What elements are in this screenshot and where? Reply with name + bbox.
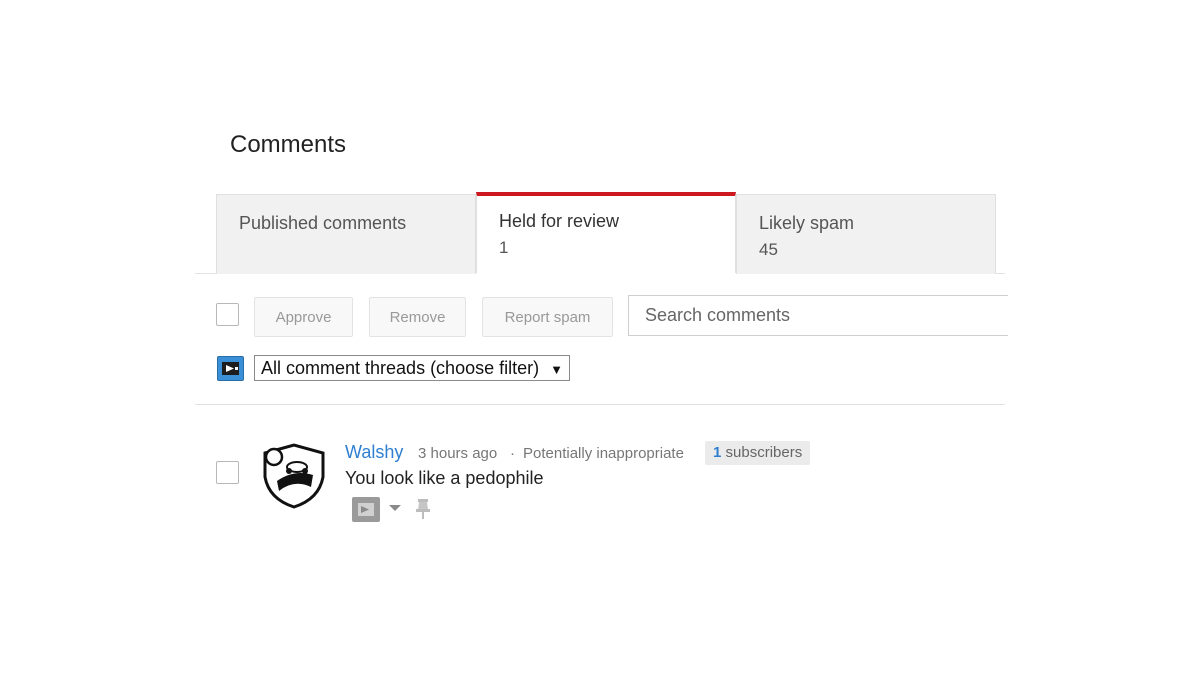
- section-divider: [195, 404, 1005, 405]
- tab-published-comments[interactable]: Published comments: [216, 194, 476, 274]
- comment-timestamp[interactable]: 3 hours ago: [418, 445, 497, 462]
- tab-likely-spam[interactable]: Likely spam 45: [736, 194, 996, 274]
- tab-held-for-review[interactable]: Held for review 1: [476, 192, 736, 274]
- tab-label: Likely spam: [759, 213, 855, 233]
- tab-count: 1: [499, 238, 509, 257]
- tab-label: Held for review: [499, 211, 620, 231]
- search-comments-input[interactable]: [628, 295, 1008, 336]
- pin-icon[interactable]: [415, 498, 431, 520]
- remove-button[interactable]: Remove: [369, 297, 466, 337]
- comment-flag-label: Potentially inappropriate: [523, 445, 684, 462]
- comment-author-link[interactable]: Walshy: [345, 442, 403, 463]
- filter-extension-icon[interactable]: [217, 356, 244, 381]
- tab-label: Published comments: [239, 213, 407, 233]
- subscriber-badge: 1 subscribers: [705, 441, 811, 465]
- active-tab-gap: [476, 273, 736, 274]
- comment-filter-select[interactable]: All comment threads (choose filter) ▼: [254, 355, 570, 381]
- comment-text: You look like a pedophile: [345, 468, 544, 488]
- chevron-down-icon[interactable]: [389, 505, 401, 511]
- comment-checkbox[interactable]: [216, 461, 239, 484]
- subscriber-label: subscribers: [725, 444, 803, 461]
- subscriber-count: 1: [713, 444, 722, 461]
- filter-selected-value: All comment threads (choose filter): [261, 358, 540, 378]
- avatar[interactable]: [259, 441, 329, 511]
- approve-button[interactable]: Approve: [254, 297, 353, 337]
- dropdown-arrow-icon: ▼: [550, 362, 563, 377]
- tab-count: 45: [759, 240, 778, 259]
- page-title: Comments: [230, 131, 347, 158]
- report-spam-button[interactable]: Report spam: [482, 297, 613, 337]
- comment-extension-icon[interactable]: [352, 497, 380, 522]
- select-all-checkbox[interactable]: [216, 303, 239, 326]
- meta-separator: ·: [510, 445, 515, 462]
